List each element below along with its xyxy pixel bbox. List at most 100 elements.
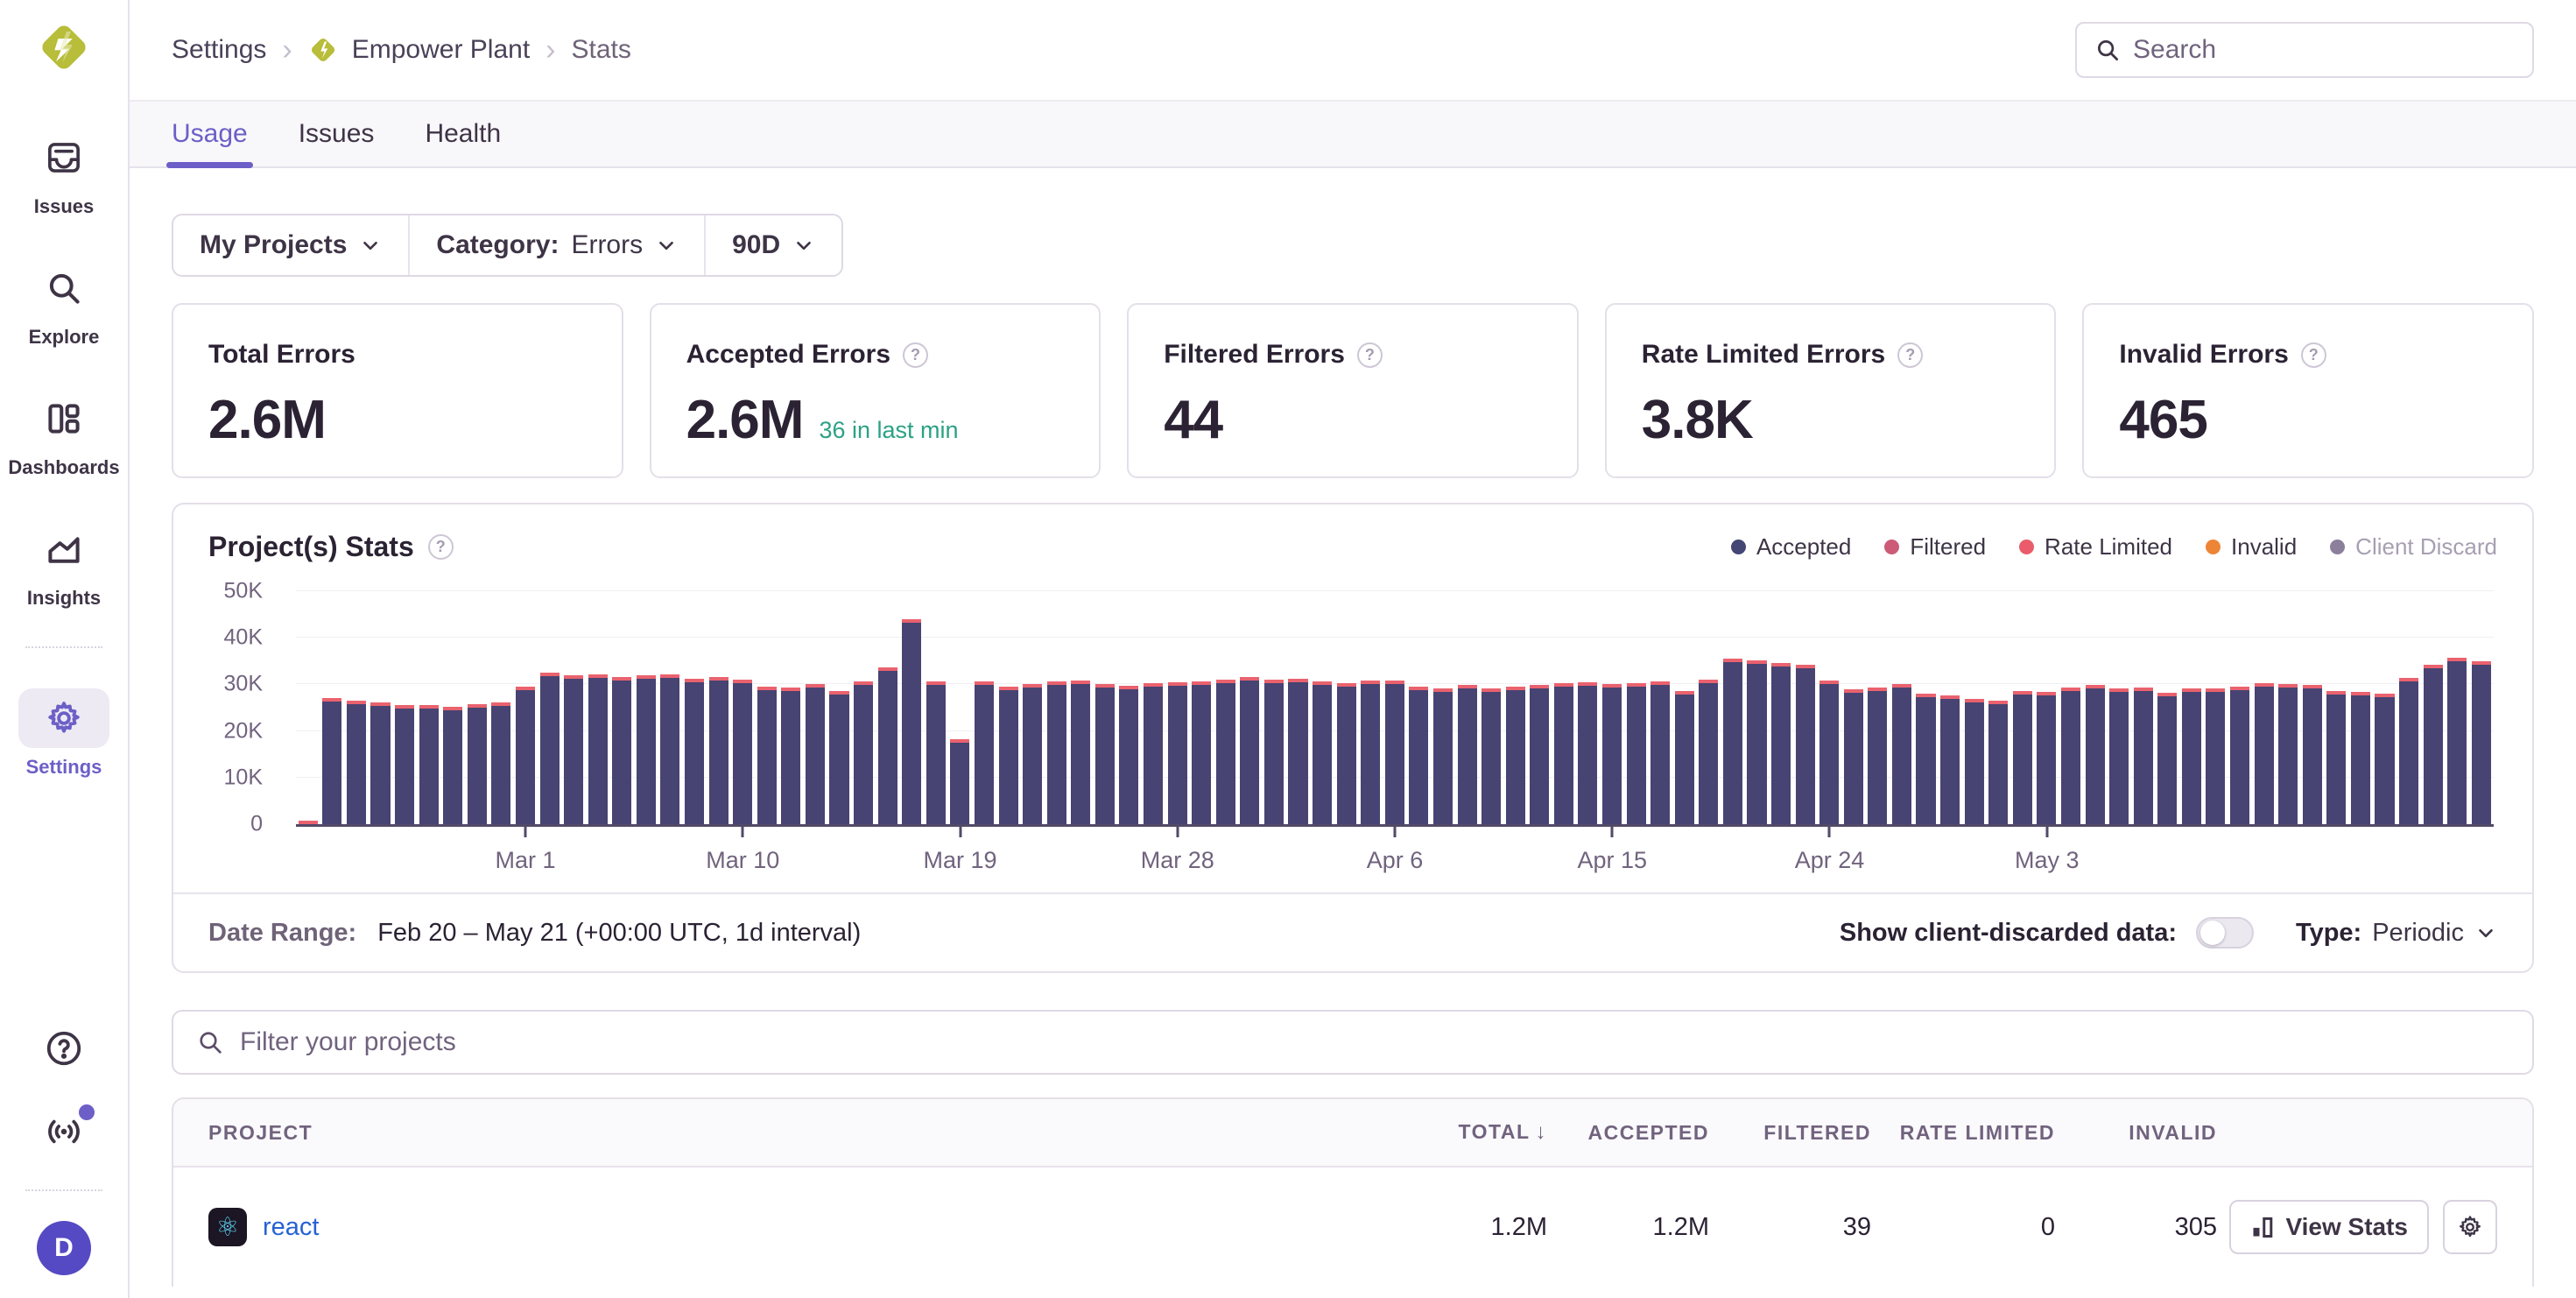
- chart-bar[interactable]: [2206, 688, 2225, 824]
- chart-bar[interactable]: [2109, 688, 2129, 824]
- tab-usage[interactable]: Usage: [172, 102, 248, 166]
- chart-bar[interactable]: [1578, 682, 1597, 824]
- chart-bar[interactable]: [2375, 694, 2394, 824]
- legend-item-client-discard[interactable]: Client Discard: [2330, 533, 2497, 561]
- whats-new-button[interactable]: [44, 1111, 84, 1156]
- project-selector[interactable]: My Projects: [173, 215, 408, 275]
- chart-bar[interactable]: [2351, 692, 2370, 824]
- project-filter[interactable]: [172, 1010, 2534, 1075]
- chart-bar[interactable]: [564, 675, 583, 824]
- chart-bar[interactable]: [1892, 684, 1911, 824]
- help-icon[interactable]: ?: [1357, 342, 1383, 368]
- chart-bar[interactable]: [1144, 683, 1163, 824]
- chart-bar[interactable]: [1699, 680, 1718, 824]
- col-accepted[interactable]: ACCEPTED: [1547, 1121, 1709, 1145]
- chart-bar[interactable]: [733, 680, 752, 824]
- chart-bar[interactable]: [854, 681, 873, 824]
- sentry-logo[interactable]: [36, 19, 92, 75]
- help-icon[interactable]: ?: [2301, 342, 2326, 368]
- sidebar-item-insights[interactable]: Insights: [18, 519, 109, 610]
- chart-bar[interactable]: [1192, 681, 1211, 824]
- chart-bar[interactable]: [878, 667, 897, 824]
- chart-bar[interactable]: [829, 691, 848, 824]
- chart-bar[interactable]: [1530, 685, 1549, 824]
- chart-bar[interactable]: [1602, 684, 1622, 824]
- legend-item-filtered[interactable]: Filtered: [1884, 533, 1986, 561]
- chart-bar[interactable]: [1216, 680, 1235, 824]
- chart-bar[interactable]: [2447, 658, 2467, 824]
- col-total[interactable]: TOTAL↓: [1385, 1120, 1547, 1145]
- col-filtered[interactable]: FILTERED: [1709, 1121, 1871, 1145]
- view-stats-button[interactable]: View Stats: [2229, 1200, 2429, 1254]
- chart-bar[interactable]: [1819, 681, 1839, 824]
- chart-bar[interactable]: [1482, 688, 1501, 824]
- chart-bar[interactable]: [347, 701, 366, 824]
- chart-bar[interactable]: [2061, 688, 2080, 824]
- chart-bar[interactable]: [2086, 685, 2105, 824]
- chart-bar[interactable]: [468, 704, 487, 824]
- chart-bar[interactable]: [1747, 660, 1766, 824]
- chart-bar[interactable]: [1506, 687, 1525, 824]
- type-selector[interactable]: Type: Periodic: [2296, 919, 2497, 948]
- project-filter-input[interactable]: [240, 1027, 2509, 1057]
- chart-bar[interactable]: [637, 675, 656, 824]
- category-selector[interactable]: Category: Errors: [408, 215, 704, 275]
- project-settings-button[interactable]: [2443, 1200, 2497, 1254]
- chart-bar[interactable]: [999, 687, 1018, 824]
- chart-bar[interactable]: [1288, 679, 1307, 824]
- chart-bar[interactable]: [443, 707, 462, 824]
- col-invalid[interactable]: INVALID: [2055, 1121, 2217, 1145]
- chart-bar[interactable]: [1168, 682, 1187, 824]
- chart-bar[interactable]: [1916, 694, 1935, 824]
- chart-bar[interactable]: [2326, 691, 2346, 824]
- chart-bar[interactable]: [1023, 684, 1042, 824]
- chart-bar[interactable]: [1337, 683, 1356, 824]
- chart-bar[interactable]: [1650, 681, 1670, 824]
- chart-bar[interactable]: [588, 674, 608, 824]
- global-search-input[interactable]: [2133, 35, 2515, 65]
- chart-bar[interactable]: [1409, 687, 1428, 824]
- chart-bar[interactable]: [757, 687, 777, 824]
- chart-bar[interactable]: [1675, 691, 1694, 824]
- chart-bar[interactable]: [2278, 684, 2298, 824]
- legend-item-accepted[interactable]: Accepted: [1731, 533, 1851, 561]
- chart-bar[interactable]: [1385, 681, 1404, 824]
- sidebar-item-dashboards[interactable]: Dashboards: [8, 389, 119, 479]
- chart-bar[interactable]: [781, 688, 800, 824]
- breadcrumb-settings[interactable]: Settings: [172, 35, 266, 65]
- chart-bar[interactable]: [1844, 689, 1863, 824]
- help-icon[interactable]: ?: [903, 342, 928, 368]
- chart-bar[interactable]: [2399, 678, 2418, 824]
- chart-bar[interactable]: [2303, 685, 2322, 824]
- chart-bar[interactable]: [1771, 663, 1791, 824]
- chart-bar[interactable]: [1433, 688, 1453, 824]
- chart-bar[interactable]: [419, 705, 439, 824]
- chart-bar[interactable]: [516, 687, 535, 824]
- chart-bar[interactable]: [1047, 681, 1066, 824]
- sidebar-item-explore[interactable]: Explore: [18, 258, 109, 349]
- chart-bar[interactable]: [2472, 661, 2491, 824]
- help-button[interactable]: [44, 1028, 84, 1073]
- chart-bar[interactable]: [1119, 686, 1138, 824]
- legend-item-invalid[interactable]: Invalid: [2206, 533, 2297, 561]
- chart-bar[interactable]: [1264, 680, 1284, 824]
- chart-bar[interactable]: [975, 681, 994, 824]
- chart-bar[interactable]: [1796, 665, 1815, 824]
- chart-bar[interactable]: [709, 677, 728, 824]
- chart-bar[interactable]: [322, 698, 341, 824]
- tab-health[interactable]: Health: [425, 102, 501, 166]
- help-icon[interactable]: ?: [1897, 342, 1923, 368]
- chart-bar[interactable]: [1313, 681, 1332, 824]
- chart-bar[interactable]: [1965, 699, 1984, 824]
- client-discard-toggle[interactable]: [2196, 917, 2254, 949]
- chart-bar[interactable]: [1554, 683, 1573, 824]
- chart-bar[interactable]: [2037, 692, 2056, 824]
- chart-bar[interactable]: [1361, 681, 1380, 824]
- chart-bar[interactable]: [1071, 681, 1090, 824]
- chart-bar[interactable]: [1095, 684, 1115, 824]
- legend-item-rate-limited[interactable]: Rate Limited: [2019, 533, 2172, 561]
- col-project[interactable]: PROJECT: [208, 1121, 1385, 1145]
- chart-bar[interactable]: [2230, 687, 2249, 824]
- global-search[interactable]: [2075, 22, 2534, 78]
- chart-bar[interactable]: [1627, 683, 1646, 824]
